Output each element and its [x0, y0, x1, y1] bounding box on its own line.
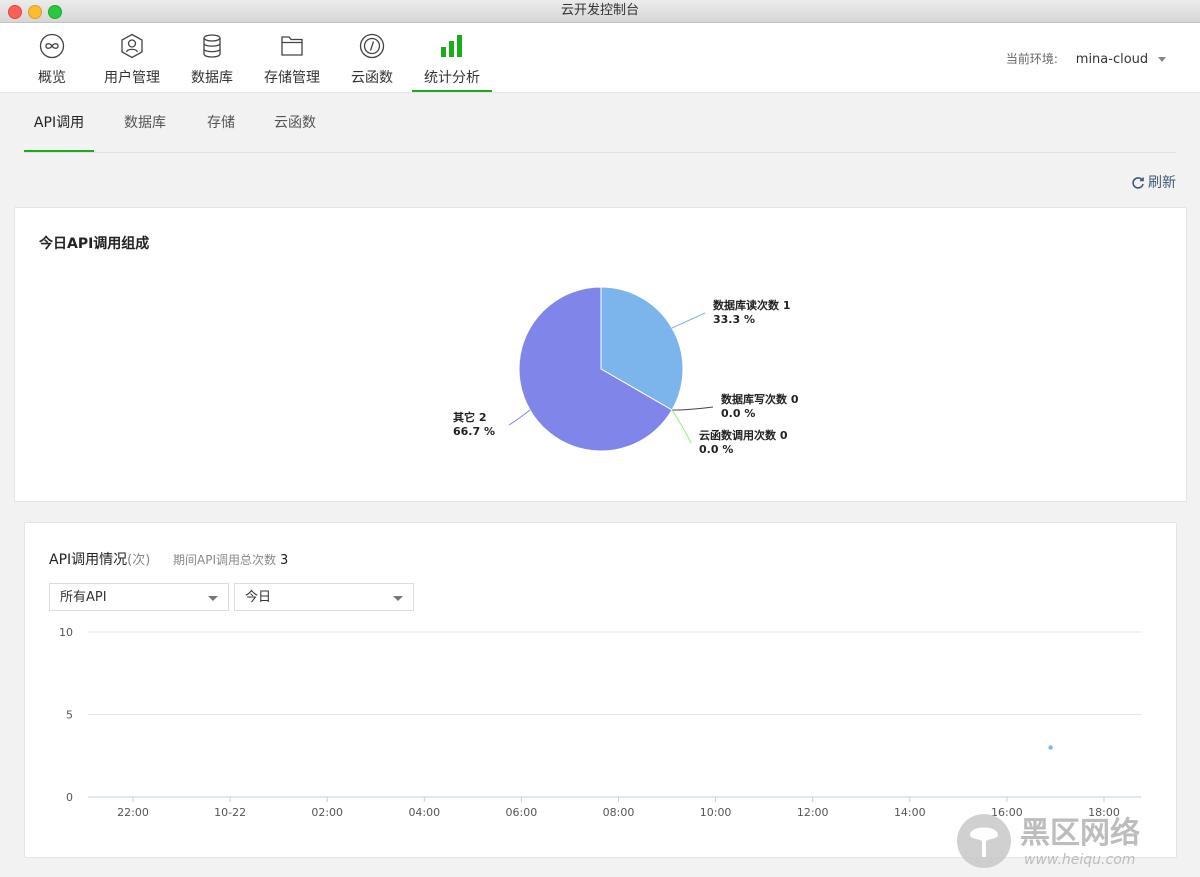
pie-percent-database-write: 0.0 %	[721, 407, 755, 420]
x-tick-label: 14:00	[894, 806, 926, 819]
x-tick-label: 08:00	[603, 806, 635, 819]
nav-item-label: 存储管理	[264, 70, 320, 86]
watermark-logo: 黑区网络 www.heiqu.com	[957, 814, 1140, 868]
nav-item-label: 用户管理	[104, 70, 160, 86]
x-tick-label: 10-22	[214, 806, 246, 819]
usage-title-unit: (次)	[127, 553, 151, 568]
refresh-icon	[1132, 177, 1144, 189]
pie-percent-other: 66.7 %	[453, 425, 495, 438]
nav-item-label: 统计分析	[424, 70, 480, 86]
nav-item-statistics[interactable]: 统计分析	[412, 23, 492, 92]
window-maximize-button[interactable]	[48, 5, 62, 19]
range-filter-select[interactable]: 今日	[234, 583, 414, 611]
range-filter-value: 今日	[245, 590, 272, 605]
pie-connector-function-calls	[671, 409, 692, 444]
environment-label: 当前环境:	[1005, 52, 1058, 66]
pie-label-database-read: 数据库读次数 1	[713, 298, 790, 312]
nav-item-label: 云函数	[351, 70, 393, 86]
nav-item-overview[interactable]: 概览	[24, 23, 80, 90]
watermark-text: 黑区网络	[1020, 816, 1140, 851]
environment-selector[interactable]: 当前环境: mina-cloud	[1006, 50, 1166, 67]
database-icon	[203, 34, 221, 58]
nav-item-label: 概览	[38, 70, 66, 86]
pie-percent-function-calls: 0.0 %	[699, 443, 733, 456]
infinity-icon	[39, 33, 65, 59]
pie-label-function-calls: 云函数调用次数 0	[699, 428, 788, 442]
watermark-url: www.heiqu.com	[1024, 852, 1135, 868]
nav-item-storage[interactable]: 存储管理	[258, 23, 326, 90]
usage-title-text: API调用情况	[49, 552, 128, 568]
api-filter-select[interactable]: 所有API	[49, 583, 229, 611]
refresh-button[interactable]: 刷新	[1131, 172, 1176, 192]
pie-chart: 数据库读次数 133.3 %数据库写次数 00.0 %云函数调用次数 00.0 …	[453, 286, 799, 456]
nav-item-label: 数据库	[191, 70, 233, 86]
tab-storage[interactable]: 存储	[206, 93, 236, 150]
tab-cloud-functions[interactable]: 云函数	[274, 93, 316, 150]
nav-item-cloud-functions[interactable]: 云函数	[344, 23, 400, 90]
pie-connector-database-read	[671, 312, 706, 329]
total-calls: 期间API调用总次数 3	[173, 551, 288, 568]
nav-item-users[interactable]: 用户管理	[99, 23, 165, 90]
y-tick-label: 10	[59, 626, 73, 639]
chevron-down-icon	[1158, 57, 1166, 62]
pie-label-other: 其它 2	[453, 410, 486, 424]
x-tick-label: 10:00	[700, 806, 732, 819]
api-filter-value: 所有API	[60, 590, 107, 605]
api-composition-card: 今日API调用组成 数据库读次数 1 33.3 % 数据库写次数 0 0.0 % 云函数…	[14, 207, 1187, 502]
window-titlebar: 云开发控制台	[0, 0, 1200, 23]
chevron-down-icon	[393, 596, 403, 601]
total-calls-value: 3	[280, 553, 289, 568]
folder-icon	[281, 36, 303, 56]
pie-label-database-write: 数据库写次数 0	[721, 392, 799, 406]
window-minimize-button[interactable]	[28, 5, 42, 19]
x-tick-label: 22:00	[117, 806, 149, 819]
window-close-button[interactable]	[8, 5, 22, 19]
top-navigation: 概览 用户管理 数据库 存储管理 云函数 统计分析 当前环境: mina-clo…	[0, 23, 1200, 93]
usage-card-title: API调用情况(次)	[49, 549, 150, 569]
chevron-down-icon	[208, 596, 218, 601]
y-tick-label: 5	[66, 709, 73, 722]
nav-item-database[interactable]: 数据库	[186, 23, 238, 90]
bar-chart-icon	[441, 35, 462, 57]
refresh-label: 刷新	[1148, 175, 1176, 191]
data-point[interactable]	[1048, 745, 1053, 750]
tab-api-calls[interactable]: API调用	[24, 93, 94, 152]
total-calls-label: 期间API调用总次数	[173, 553, 276, 567]
x-tick-label: 04:00	[408, 806, 440, 819]
api-usage-card: API调用情况(次) 期间API调用总次数 3 所有API 今日 0 5 10 22:0…	[24, 522, 1177, 858]
y-tick-label: 0	[66, 791, 73, 804]
pie-connector-other	[508, 409, 531, 426]
users-icon	[121, 33, 143, 59]
sub-tabs: API调用 数据库 存储 云函数	[24, 93, 1176, 153]
function-icon	[359, 33, 385, 59]
tab-database[interactable]: 数据库	[124, 93, 166, 150]
window-title: 云开发控制台	[560, 3, 639, 18]
x-tick-label: 02:00	[311, 806, 343, 819]
x-tick-label: 12:00	[797, 806, 829, 819]
environment-value: mina-cloud	[1075, 52, 1149, 67]
pie-percent-database-read: 33.3 %	[713, 313, 755, 326]
pie-connector-database-write	[671, 406, 714, 411]
x-tick-label: 06:00	[506, 806, 538, 819]
